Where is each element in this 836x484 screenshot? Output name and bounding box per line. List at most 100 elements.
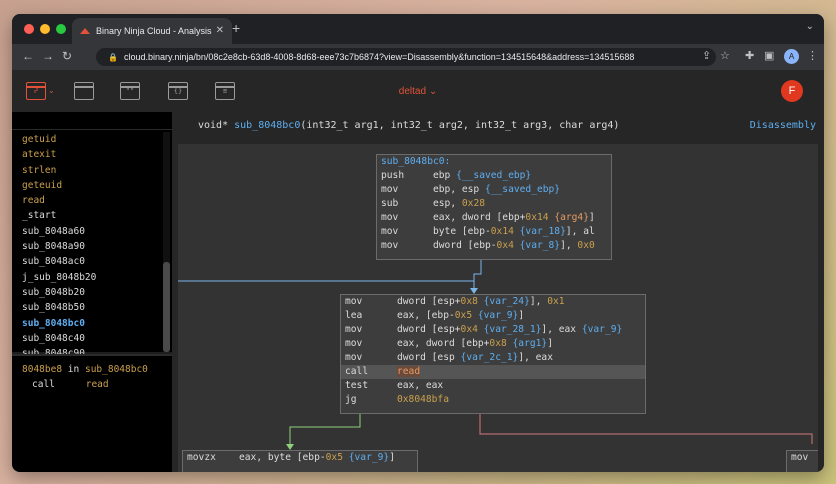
operand-token[interactable]: {__saved_ebp} bbox=[456, 170, 531, 181]
tab-search-icon[interactable]: ⌄ bbox=[806, 21, 814, 32]
operand-token[interactable]: 0x4 bbox=[497, 240, 514, 251]
instruction-line[interactable]: lea eax, [ebp-0x5 {var_9}] bbox=[341, 309, 645, 323]
tab-title: Binary Ninja Cloud - Analysis bbox=[96, 26, 212, 36]
share-icon[interactable]: ⇪ bbox=[702, 49, 711, 62]
operand-token: ], bbox=[529, 296, 548, 307]
browser-tab[interactable]: Binary Ninja Cloud - Analysis ✕ bbox=[72, 18, 232, 44]
symbol-item[interactable]: read bbox=[12, 193, 162, 208]
instruction-line[interactable]: mov dword [ebp-0x4 {var_8}], 0x0 bbox=[377, 239, 611, 253]
app-header: ☍ ⌄ "" {} ≡ deltad ⌄ F bbox=[12, 70, 824, 112]
instruction-line[interactable]: mov eax, dword [ebp+0x14 {arg4}] bbox=[377, 211, 611, 225]
operand-token[interactable]: 0x14 bbox=[491, 226, 514, 237]
operand-token[interactable]: {var_9} bbox=[349, 452, 389, 463]
operand-token[interactable]: 0x4 bbox=[461, 324, 478, 335]
instruction-line[interactable]: sub esp, 0x28 bbox=[377, 197, 611, 211]
symbol-item[interactable]: strlen bbox=[12, 163, 162, 178]
block-label[interactable]: sub_8048bc0: bbox=[377, 155, 611, 169]
symbol-item[interactable]: getuid bbox=[12, 132, 162, 147]
symbol-item[interactable]: sub_8048b20 bbox=[12, 285, 162, 300]
extensions-puzzle-icon[interactable]: ✚ bbox=[745, 49, 754, 62]
view-mode-selector[interactable]: Disassembly bbox=[750, 112, 816, 140]
symbol-item[interactable]: sub_8048bc0 bbox=[12, 316, 162, 331]
operand-token[interactable]: 0x5 bbox=[326, 452, 343, 463]
function-name[interactable]: sub_8048bc0 bbox=[234, 120, 300, 131]
sidebar-scrollbar[interactable] bbox=[163, 132, 170, 352]
operand-token[interactable]: 0x0 bbox=[577, 240, 594, 251]
instruction-line[interactable]: call read bbox=[341, 365, 645, 379]
symbol-item[interactable]: sub_8048b50 bbox=[12, 300, 162, 315]
operand-token[interactable]: 0x8 bbox=[489, 338, 506, 349]
xref-location[interactable]: 8048be8 in sub_8048bc0 bbox=[12, 362, 172, 377]
maximize-window-button[interactable] bbox=[56, 24, 66, 34]
symbol-item[interactable]: _start bbox=[12, 208, 162, 223]
symbol-item[interactable]: sub_8048ac0 bbox=[12, 254, 162, 269]
browser-menu-icon[interactable]: ⋮ bbox=[807, 49, 818, 62]
operand-token[interactable]: {__saved_ebp} bbox=[485, 184, 560, 195]
instruction-line[interactable]: mov dword [esp {var_2c_1}], eax bbox=[341, 351, 645, 365]
symbol-item[interactable]: j_sub_8048b20 bbox=[12, 270, 162, 285]
control-flow-graph[interactable]: sub_8048bc0: push ebp {__saved_ebp} mov ebp,… bbox=[178, 144, 818, 472]
close-window-button[interactable] bbox=[24, 24, 34, 34]
basic-block-read[interactable]: mov dword [esp+0x8 {var_24}], 0x1 lea eax, … bbox=[340, 294, 646, 414]
mnemonic: movzx bbox=[187, 452, 216, 463]
operand-token[interactable]: {var_9} bbox=[478, 310, 518, 321]
operand-token[interactable]: 0x1 bbox=[547, 296, 564, 307]
operand-token[interactable]: 0x28 bbox=[462, 198, 485, 209]
instruction-line[interactable]: mov dword [esp+0x4 {var_28_1}], eax {var_… bbox=[341, 323, 645, 337]
close-tab-icon[interactable]: ✕ bbox=[216, 25, 224, 36]
symbol-item[interactable]: sub_8048a60 bbox=[12, 224, 162, 239]
profile-avatar[interactable]: A bbox=[784, 49, 799, 64]
reload-icon[interactable]: ↻ bbox=[62, 49, 72, 63]
bookmark-star-icon[interactable]: ☆ bbox=[720, 49, 730, 62]
forward-icon[interactable]: → bbox=[42, 49, 54, 63]
operand-token[interactable]: read bbox=[397, 366, 421, 377]
operand-token: eax, [ebp- bbox=[397, 310, 455, 321]
operand-token[interactable]: 0x14 bbox=[525, 212, 548, 223]
back-icon[interactable]: ← bbox=[22, 49, 34, 63]
basic-block-entry[interactable]: sub_8048bc0: push ebp {__saved_ebp} mov ebp,… bbox=[376, 154, 612, 260]
operand-token[interactable]: 0x5 bbox=[455, 310, 472, 321]
mnemonic: jg bbox=[345, 394, 357, 405]
new-tab-button[interactable]: + bbox=[232, 20, 240, 36]
operand-token[interactable]: 0x8 bbox=[461, 296, 478, 307]
xref-target: read bbox=[85, 379, 109, 390]
xref-instruction[interactable]: call read bbox=[12, 377, 172, 392]
operand-token[interactable]: {arg1} bbox=[513, 338, 548, 349]
instruction-line[interactable]: mov byte [ebp-0x14 {var_18}], al bbox=[377, 225, 611, 239]
operand-token: ebp, esp bbox=[433, 184, 485, 195]
mnemonic: mov bbox=[381, 212, 399, 223]
instruction-line[interactable]: push ebp {__saved_ebp} bbox=[377, 169, 611, 183]
user-avatar[interactable]: F bbox=[781, 80, 803, 102]
instruction-line[interactable]: jg 0x8048bfa bbox=[341, 393, 645, 407]
operand-token[interactable]: {var_24} bbox=[484, 296, 530, 307]
symbol-item[interactable]: atexit bbox=[12, 147, 162, 162]
project-name[interactable]: deltad ⌄ bbox=[12, 86, 824, 97]
side-panel-icon[interactable]: ▣ bbox=[764, 49, 774, 62]
sidebar-scroll-thumb[interactable] bbox=[163, 262, 170, 352]
instruction-line[interactable]: movzx eax, byte [ebp-0x5 {var_9}] bbox=[183, 451, 417, 465]
operand-token[interactable]: {var_28_1} bbox=[484, 324, 542, 335]
instruction-line[interactable]: mov ebp, esp {__saved_ebp} bbox=[377, 183, 611, 197]
operand-token[interactable]: {arg4} bbox=[554, 212, 589, 223]
instruction-line[interactable]: mov dword [esp+0x8 {var_24}], 0x1 bbox=[341, 295, 645, 309]
instruction-line[interactable]: test eax, eax bbox=[341, 379, 645, 393]
symbol-item[interactable]: geteuid bbox=[12, 178, 162, 193]
function-signature: void* sub_8048bc0(int32_t arg1, int32_t … bbox=[172, 112, 824, 140]
symbol-item[interactable]: sub_8048a90 bbox=[12, 239, 162, 254]
basic-block-movzx[interactable]: movzx eax, byte [ebp-0x5 {var_9}] bbox=[182, 450, 418, 472]
instruction-line[interactable]: mov bbox=[787, 451, 818, 465]
symbol-filter-input[interactable] bbox=[12, 112, 172, 130]
symbol-item[interactable]: sub_8048c40 bbox=[12, 331, 162, 346]
operand-token: ], eax bbox=[541, 324, 582, 335]
operand-token[interactable]: {var_8} bbox=[520, 240, 560, 251]
operand-token[interactable]: 0x8048bfa bbox=[397, 394, 449, 405]
operand-token[interactable]: {var_2c_1} bbox=[461, 352, 519, 363]
operand-token[interactable]: {var_9} bbox=[582, 324, 622, 335]
operand-token[interactable]: {var_18} bbox=[520, 226, 566, 237]
url-field[interactable]: 🔒 cloud.binary.ninja/bn/08c2e8cb-63d8-40… bbox=[96, 48, 716, 66]
operand-token: dword [esp+ bbox=[397, 296, 461, 307]
operand-token: byte [ebp- bbox=[433, 226, 491, 237]
instruction-line[interactable]: mov eax, dword [ebp+0x8 {arg1}] bbox=[341, 337, 645, 351]
basic-block-right[interactable]: mov bbox=[786, 450, 818, 472]
minimize-window-button[interactable] bbox=[40, 24, 50, 34]
